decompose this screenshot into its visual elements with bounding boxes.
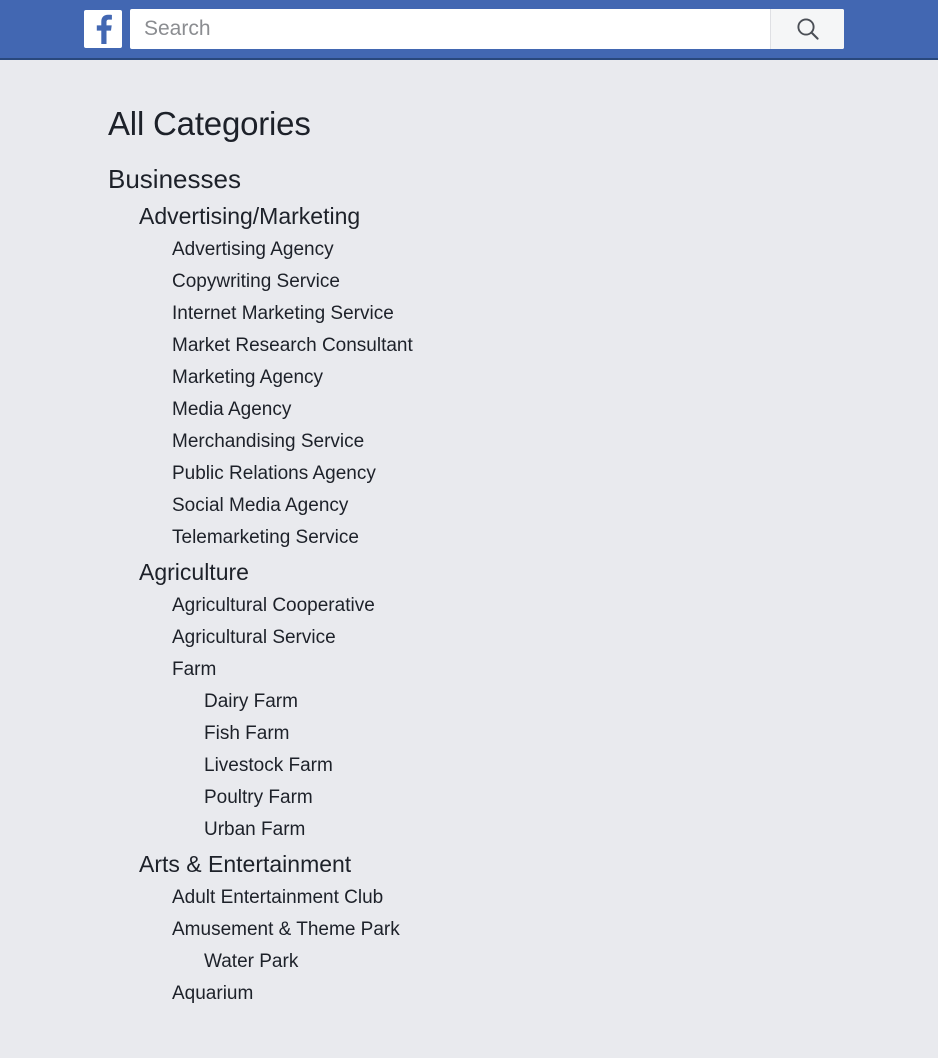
category-node-urban-farm: Urban Farm xyxy=(0,814,938,846)
category-node-dairy-farm: Dairy Farm xyxy=(0,686,938,718)
category-node-fish-farm: Fish Farm xyxy=(0,718,938,750)
category-node-marketing-agency: Marketing Agency xyxy=(0,362,938,394)
category-label-farm[interactable]: Farm xyxy=(0,654,938,686)
category-node-market-research-consultant: Market Research Consultant xyxy=(0,330,938,362)
category-label-businesses[interactable]: Businesses xyxy=(0,160,938,198)
search-button[interactable] xyxy=(770,9,844,49)
category-children-agriculture: Agricultural Cooperative Agricultural Ser… xyxy=(0,590,938,846)
category-label-livestock-farm[interactable]: Livestock Farm xyxy=(0,750,938,782)
category-node-livestock-farm: Livestock Farm xyxy=(0,750,938,782)
category-children-businesses: Advertising/Marketing Advertising Agency C… xyxy=(0,198,938,1010)
category-label-agriculture[interactable]: Agriculture xyxy=(0,554,938,590)
category-node-advertising-marketing: Advertising/Marketing Advertising Agency C… xyxy=(0,198,938,554)
category-node-farm: Farm Dairy Farm Fish Farm Livestock Farm Pou… xyxy=(0,654,938,846)
facebook-header xyxy=(0,0,938,60)
category-label-poultry-farm[interactable]: Poultry Farm xyxy=(0,782,938,814)
category-label-aquarium[interactable]: Aquarium xyxy=(0,978,938,1010)
category-label-advertising-marketing[interactable]: Advertising/Marketing xyxy=(0,198,938,234)
category-label-market-research-consultant[interactable]: Market Research Consultant xyxy=(0,330,938,362)
category-node-amusement-and-theme-park: Amusement & Theme Park Water Park xyxy=(0,914,938,978)
category-label-adult-entertainment-club[interactable]: Adult Entertainment Club xyxy=(0,882,938,914)
category-node-arts-and-entertainment: Arts & Entertainment Adult Entertainment … xyxy=(0,846,938,1010)
category-children-amusement-and-theme-park: Water Park xyxy=(0,946,938,978)
category-label-water-park[interactable]: Water Park xyxy=(0,946,938,978)
category-label-advertising-agency[interactable]: Advertising Agency xyxy=(0,234,938,266)
category-label-fish-farm[interactable]: Fish Farm xyxy=(0,718,938,750)
category-label-agricultural-service[interactable]: Agricultural Service xyxy=(0,622,938,654)
search-input[interactable] xyxy=(130,9,770,49)
category-node-businesses: Businesses Advertising/Marketing Advertisi… xyxy=(0,160,938,1010)
category-node-internet-marketing-service: Internet Marketing Service xyxy=(0,298,938,330)
category-node-adult-entertainment-club: Adult Entertainment Club xyxy=(0,882,938,914)
category-node-public-relations-agency: Public Relations Agency xyxy=(0,458,938,490)
category-label-public-relations-agency[interactable]: Public Relations Agency xyxy=(0,458,938,490)
category-node-agriculture: Agriculture Agricultural Cooperative Agric… xyxy=(0,554,938,846)
category-node-water-park: Water Park xyxy=(0,946,938,978)
category-node-telemarketing-service: Telemarketing Service xyxy=(0,522,938,554)
category-label-dairy-farm[interactable]: Dairy Farm xyxy=(0,686,938,718)
category-label-media-agency[interactable]: Media Agency xyxy=(0,394,938,426)
category-label-marketing-agency[interactable]: Marketing Agency xyxy=(0,362,938,394)
category-label-amusement-and-theme-park[interactable]: Amusement & Theme Park xyxy=(0,914,938,946)
category-node-aquarium: Aquarium xyxy=(0,978,938,1010)
category-label-merchandising-service[interactable]: Merchandising Service xyxy=(0,426,938,458)
category-label-telemarketing-service[interactable]: Telemarketing Service xyxy=(0,522,938,554)
category-label-copywriting-service[interactable]: Copywriting Service xyxy=(0,266,938,298)
category-children-farm: Dairy Farm Fish Farm Livestock Farm Poultry… xyxy=(0,686,938,846)
facebook-logo-icon[interactable] xyxy=(84,10,122,48)
category-node-copywriting-service: Copywriting Service xyxy=(0,266,938,298)
search-bar xyxy=(130,9,844,49)
category-label-internet-marketing-service[interactable]: Internet Marketing Service xyxy=(0,298,938,330)
category-tree: Businesses Advertising/Marketing Advertisi… xyxy=(0,160,938,1010)
category-label-arts-and-entertainment[interactable]: Arts & Entertainment xyxy=(0,846,938,882)
category-label-urban-farm[interactable]: Urban Farm xyxy=(0,814,938,846)
category-node-poultry-farm: Poultry Farm xyxy=(0,782,938,814)
category-node-media-agency: Media Agency xyxy=(0,394,938,426)
category-children-arts-and-entertainment: Adult Entertainment Club Amusement & Them… xyxy=(0,882,938,1010)
category-children-advertising-marketing: Advertising Agency Copywriting Service Int… xyxy=(0,234,938,554)
search-icon xyxy=(795,16,821,42)
header-inner xyxy=(84,9,844,49)
category-node-advertising-agency: Advertising Agency xyxy=(0,234,938,266)
category-label-social-media-agency[interactable]: Social Media Agency xyxy=(0,490,938,522)
category-node-agricultural-service: Agricultural Service xyxy=(0,622,938,654)
category-node-agricultural-cooperative: Agricultural Cooperative xyxy=(0,590,938,622)
category-node-social-media-agency: Social Media Agency xyxy=(0,490,938,522)
page-title: All Categories xyxy=(108,105,311,142)
category-node-merchandising-service: Merchandising Service xyxy=(0,426,938,458)
category-label-agricultural-cooperative[interactable]: Agricultural Cooperative xyxy=(0,590,938,622)
page-content: All Categories Businesses Advertising/Mar… xyxy=(0,60,938,1010)
